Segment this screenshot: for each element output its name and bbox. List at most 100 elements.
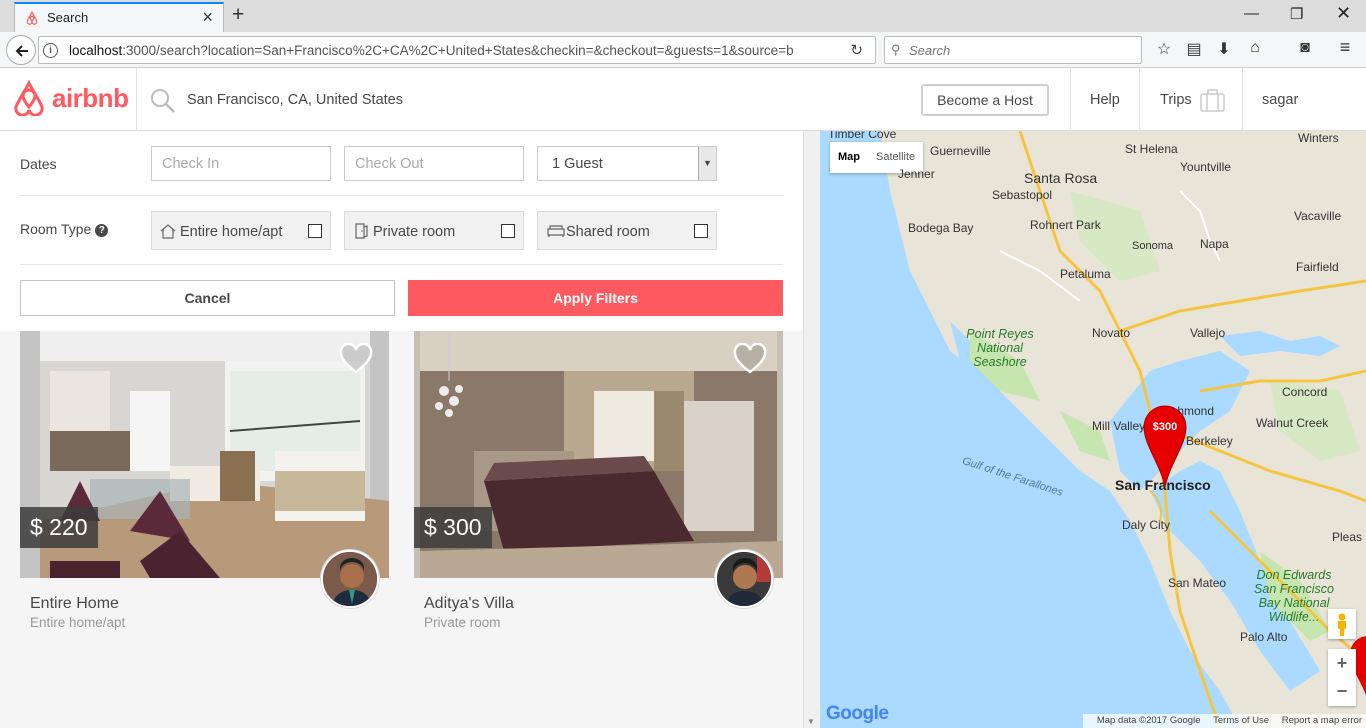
heart-icon[interactable] [339, 343, 373, 375]
header-divider [1070, 68, 1071, 131]
google-logo-text: Google [826, 703, 889, 724]
help-icon[interactable]: ? [95, 224, 109, 237]
info-icon[interactable]: i [43, 43, 58, 58]
map-label: Guerneville [930, 144, 991, 158]
terms-link[interactable]: Terms of Use [1213, 715, 1269, 726]
minimize-icon[interactable]: — [1244, 5, 1259, 22]
avatar-image [717, 552, 771, 606]
home-icon[interactable]: ⌂ [1244, 39, 1266, 57]
map-data-attribution: Map data ©2017 Google [1096, 715, 1201, 726]
listing-title[interactable]: Aditya's Villa [424, 595, 514, 613]
chevron-down-icon[interactable]: ▼ [698, 147, 716, 180]
room-type-entire[interactable]: Entire home/apt [151, 211, 331, 250]
couch-icon [547, 225, 565, 237]
map-label: Petaluma [1060, 267, 1111, 281]
price-marker-label[interactable]: $300 [1152, 421, 1178, 433]
map-label: Novato [1092, 326, 1131, 340]
shared-room-checkbox[interactable] [694, 224, 708, 238]
room-type-label-text: Private room [373, 224, 456, 240]
listing-room-type: Entire home/apt [30, 615, 126, 630]
download-icon[interactable]: ⬇ [1213, 39, 1235, 59]
map-label: Winters [1298, 131, 1339, 145]
map-footer: Map data ©2017 Google Terms of Use Repor… [1082, 714, 1366, 728]
heart-icon[interactable] [733, 343, 767, 375]
reload-icon[interactable]: ↻ [850, 41, 863, 59]
price-tag: $ 300 [414, 507, 492, 548]
cancel-button[interactable]: Cancel [20, 280, 395, 316]
map-label: Timber Cove [828, 131, 897, 141]
check-in-input[interactable] [151, 146, 331, 181]
map-label: Pleas [1332, 530, 1363, 544]
pegman-icon [1338, 613, 1346, 636]
listing-room-type: Private room [424, 615, 501, 630]
map-label: Walnut Creek [1256, 416, 1329, 430]
help-link[interactable]: Help [1090, 92, 1120, 108]
browser-search-box[interactable]: ⚲ [884, 36, 1142, 64]
listing-photo[interactable]: $ 220 [20, 331, 389, 578]
tab-close-icon[interactable]: × [202, 7, 213, 28]
reading-list-icon[interactable]: ▤ [1183, 39, 1205, 59]
listing-card[interactable]: $ 220 Entire Home Entire home/apt [20, 331, 389, 631]
room-type-label-text: Entire home/apt [180, 224, 283, 240]
map-panel[interactable]: Map Satellite Timber Cove Guerneville Je… [820, 131, 1366, 728]
browser-tabbar: Search × + — ❐ ✕ [0, 0, 1366, 32]
user-menu[interactable]: sagar [1262, 92, 1298, 108]
new-tab-icon[interactable]: + [232, 3, 244, 27]
home-icon [160, 224, 176, 239]
logo-text: airbnb [52, 82, 129, 113]
room-type-private[interactable]: Private room [344, 211, 524, 250]
map-label: Napa [1200, 237, 1229, 251]
url-bar[interactable]: i localhost:3000/search?location=San+Fra… [38, 36, 876, 64]
guests-select[interactable]: 1 Guest ▼ [537, 146, 717, 181]
airbnb-logo[interactable]: airbnb [12, 80, 129, 116]
airbnb-favicon-icon [26, 11, 38, 25]
report-map-error-link[interactable]: Report a map error [1282, 715, 1362, 726]
dates-label: Dates [20, 156, 57, 172]
private-room-checkbox[interactable] [501, 224, 515, 238]
bookmark-star-icon[interactable]: ☆ [1153, 39, 1175, 59]
host-avatar[interactable] [321, 550, 379, 608]
map-label: Rohnert Park [1030, 218, 1101, 232]
apply-filters-button[interactable]: Apply Filters [408, 280, 783, 316]
become-host-button[interactable]: Become a Host [921, 84, 1049, 116]
zoom-control[interactable]: + − [1328, 649, 1356, 706]
map-label: Vacaville [1294, 209, 1342, 223]
room-type-shared[interactable]: Shared room [537, 211, 717, 250]
avatar-image [323, 552, 377, 606]
listings-scrollbar[interactable]: ▼ [803, 131, 820, 728]
zoom-out-icon[interactable]: − [1328, 677, 1356, 705]
listing-photo[interactable]: $ 300 [414, 331, 783, 578]
listings-grid: $ 220 Entire Home Entire home/apt $ 300 … [0, 331, 803, 728]
window-close-icon[interactable]: ✕ [1336, 3, 1351, 24]
tab-title: Search [47, 10, 89, 25]
listing-card[interactable]: $ 300 Aditya's Villa Private room [414, 331, 783, 631]
map-type-map[interactable]: Map [830, 142, 868, 173]
entire-home-checkbox[interactable] [308, 224, 322, 238]
header-divider [1242, 68, 1243, 131]
listing-title[interactable]: Entire Home [30, 595, 119, 613]
menu-icon[interactable]: ≡ [1334, 37, 1356, 58]
suitcase-icon [1200, 89, 1225, 112]
map-label: Bodega Bay [908, 221, 974, 235]
browser-search-input[interactable] [909, 40, 1129, 60]
header-divider [136, 68, 137, 131]
search-icon: ⚲ [891, 42, 901, 57]
pocket-icon[interactable]: ◙ [1294, 39, 1316, 57]
price-marker[interactable] [1142, 403, 1188, 489]
browser-tab[interactable]: Search × [14, 2, 224, 32]
site-header: airbnb San Francisco, CA, United States … [0, 68, 1366, 131]
back-button[interactable] [6, 35, 36, 65]
zoom-in-icon[interactable]: + [1328, 649, 1356, 677]
map-label: Berkeley [1186, 434, 1233, 448]
scroll-down-icon[interactable]: ▼ [807, 717, 815, 726]
map-label: Yountville [1180, 160, 1231, 174]
trips-link[interactable]: Trips [1160, 92, 1192, 108]
door-icon [355, 223, 368, 239]
host-avatar[interactable] [715, 550, 773, 608]
street-view-pegman[interactable] [1328, 609, 1356, 639]
location-search-input[interactable]: San Francisco, CA, United States [187, 92, 403, 108]
url-text[interactable]: localhost:3000/search?location=San+Franc… [69, 43, 839, 58]
room-type-label-text: Shared room [566, 224, 650, 240]
check-out-input[interactable] [344, 146, 524, 181]
restore-icon[interactable]: ❐ [1290, 5, 1303, 23]
